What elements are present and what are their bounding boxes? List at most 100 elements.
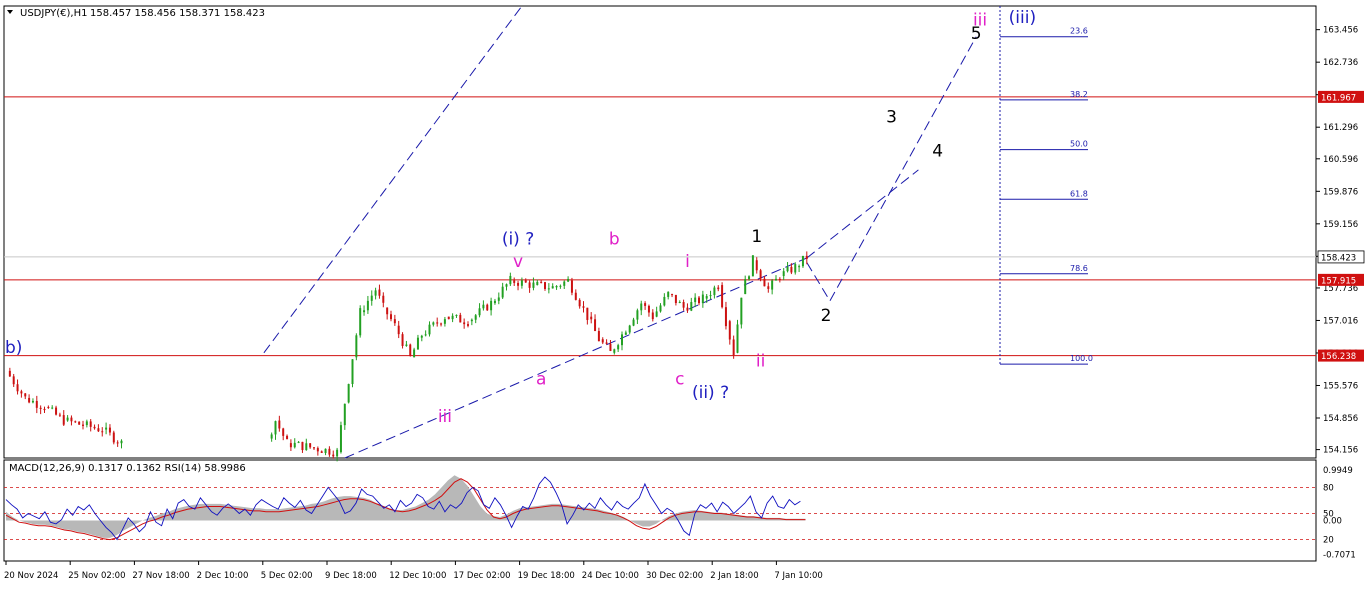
candle-body [621, 334, 623, 346]
candle-body [443, 319, 446, 324]
candle-body [39, 407, 42, 409]
price-tick-label: 154.156 [1323, 446, 1358, 456]
wave-label: 1 [751, 227, 762, 247]
candle-body [686, 307, 689, 311]
candle-body [801, 255, 804, 267]
candle-body [555, 285, 558, 288]
candle-body [420, 335, 423, 338]
candle-body [744, 279, 747, 295]
price-tick-label: 157.016 [1323, 316, 1358, 326]
candle-body [490, 300, 493, 311]
time-tick-label: 2 Dec 10:00 [197, 571, 249, 581]
candle-body [617, 345, 620, 350]
candle-body [370, 295, 373, 301]
candle-body [721, 285, 724, 308]
ohlc-readout: 158.457 158.456 158.371 158.423 [90, 8, 265, 19]
candle-body [424, 334, 427, 336]
candle-body [663, 296, 666, 306]
candle-body [628, 325, 631, 333]
candle-body [705, 296, 708, 299]
candle-body [594, 319, 597, 332]
candle-body [401, 334, 404, 346]
candle-body [390, 314, 392, 320]
chart-canvas[interactable]: 163.456162.736162.016161.296160.596159.8… [0, 0, 1366, 588]
candle-body [405, 344, 408, 346]
candle-body [28, 397, 31, 403]
candle-body [301, 441, 304, 451]
candle-body [763, 278, 766, 287]
candle-body [759, 270, 762, 279]
wave-label: 3 [886, 107, 897, 127]
candle-body [493, 300, 496, 304]
candle-body [644, 303, 647, 306]
candle-body [528, 282, 531, 288]
triangle-down-icon[interactable] [7, 10, 13, 14]
time-tick-label: 30 Dec 02:00 [646, 571, 703, 581]
candle-body [386, 307, 389, 315]
candle-body [70, 417, 73, 422]
candle-body [567, 278, 570, 282]
candle-body [463, 322, 466, 325]
candle-body [286, 435, 289, 440]
fib-level-label: 100.0 [1070, 354, 1093, 363]
candle-body [366, 300, 369, 311]
candle-body [574, 292, 577, 300]
candle-body [767, 286, 770, 289]
candle-body [578, 299, 581, 307]
candle-body [451, 315, 454, 320]
candle-body [43, 408, 46, 411]
candle-body [713, 287, 716, 296]
candle-body [701, 294, 704, 304]
candle-body [55, 407, 58, 415]
candle-body [590, 316, 593, 320]
indicator-tick-label: -0.7071 [1323, 550, 1356, 560]
candle-body [82, 424, 84, 426]
time-tick-label: 7 Jan 10:00 [774, 571, 822, 581]
fib-level-label: 50.0 [1070, 140, 1088, 149]
candle-body [728, 321, 731, 340]
candle-body [724, 307, 727, 327]
candle-body [694, 297, 697, 303]
price-tick-label: 162.736 [1323, 58, 1358, 68]
candle-body [289, 443, 292, 448]
candle-body [97, 428, 100, 432]
candle-body [274, 421, 277, 435]
candle-body [482, 304, 485, 309]
candle-body [775, 278, 777, 281]
candle-body [459, 314, 462, 323]
candle-body [520, 280, 523, 286]
trend-channel-line[interactable] [806, 169, 919, 259]
candle-body [794, 264, 797, 273]
price-tick-label: 159.876 [1323, 187, 1358, 197]
candle-body [559, 285, 562, 287]
candle-body [336, 449, 339, 457]
chart-window[interactable]: 163.456162.736162.016161.296160.596159.8… [0, 0, 1366, 588]
candle-body [120, 440, 123, 444]
trend-channel-line[interactable] [806, 36, 977, 302]
indicator-tick-label: 80 [1323, 483, 1334, 493]
candle-body [297, 441, 300, 443]
candle-body [66, 417, 69, 421]
candle-body [771, 280, 774, 290]
candle-body [409, 344, 412, 356]
candle-body [609, 343, 612, 351]
candle-body [717, 287, 720, 290]
time-tick-label: 5 Dec 02:00 [261, 571, 313, 581]
price-tick-label: 160.596 [1323, 155, 1358, 165]
candle-body [551, 286, 554, 289]
wave-label: c [675, 369, 684, 389]
candle-body [12, 376, 15, 385]
trend-channel-line[interactable] [344, 257, 807, 459]
wave-label: 5 [971, 24, 982, 44]
current-price-label: 158.423 [1321, 253, 1356, 263]
candle-body [536, 281, 539, 286]
candle-body [355, 335, 358, 358]
candle-body [736, 324, 739, 353]
time-tick-label: 25 Nov 02:00 [68, 571, 125, 581]
price-tick-label: 161.296 [1323, 123, 1358, 133]
candle-body [24, 393, 27, 397]
candle-body [570, 280, 573, 293]
wave-label: (ii) ? [692, 383, 729, 403]
candle-body [486, 304, 489, 311]
candle-body [470, 319, 473, 322]
